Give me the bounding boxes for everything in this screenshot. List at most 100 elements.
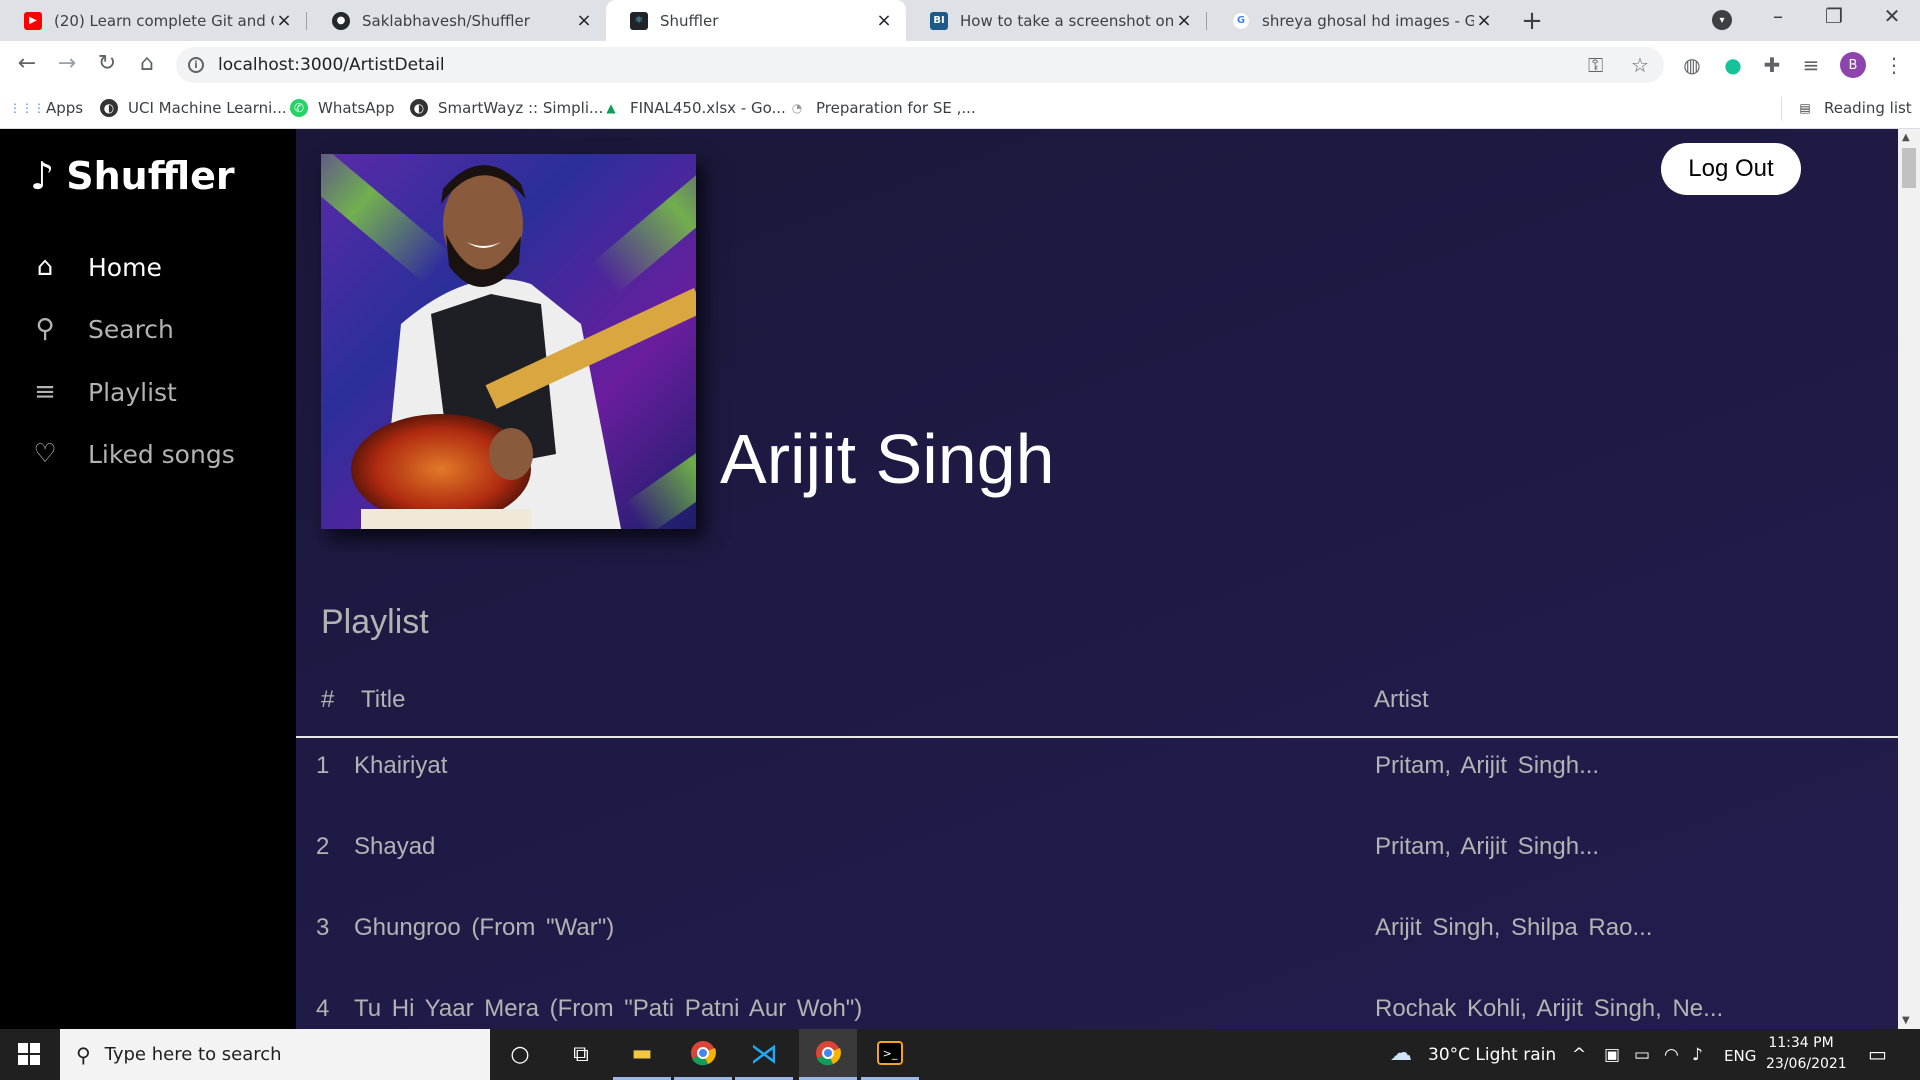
track-number: 4 <box>316 995 330 1022</box>
track-title[interactable]: Ghungroo (From "War") <box>354 914 614 942</box>
playlist-heading: Playlist <box>321 603 429 641</box>
task-view-icon[interactable]: ⧉ <box>552 1029 610 1080</box>
extension-globe-icon[interactable]: ◍ <box>1678 53 1706 77</box>
clock-date: 23/06/2021 <box>1766 1056 1847 1072</box>
column-header-title: Title <box>361 686 406 713</box>
close-icon[interactable]: × <box>1174 10 1194 31</box>
menu-kebab-icon[interactable]: ⋮ <box>1880 53 1908 77</box>
sidebar: ♪ Shuffler ⌂ Home ⚲ Search ≡ Playlist ♡ … <box>0 129 296 1029</box>
browser-tab[interactable]: ▶ (20) Learn complete Git and Github × <box>0 0 306 41</box>
track-title[interactable]: Tu Hi Yaar Mera (From "Pati Patni Aur Wo… <box>354 995 862 1023</box>
track-title[interactable]: Shayad <box>354 833 435 861</box>
reading-list-button[interactable]: ▤ Reading list <box>1796 99 1911 117</box>
chrome-active-taskbar-icon[interactable] <box>799 1029 857 1080</box>
bookmarks-divider <box>1781 97 1782 121</box>
scroll-up-icon[interactable]: ▲ <box>1902 132 1910 143</box>
playlist-add-icon: ≡ <box>34 377 56 407</box>
whatsapp-icon: ✆ <box>290 99 308 117</box>
table-header-divider <box>296 736 1898 738</box>
home-browser-icon[interactable]: ⌂ <box>132 51 162 76</box>
bookmark-smartwayz[interactable]: ◐ SmartWayz :: Simpli... <box>410 99 603 117</box>
device-icon[interactable]: ▣ <box>1604 1045 1620 1065</box>
restore-icon[interactable]: ❐ <box>1814 4 1854 28</box>
new-tab-button[interactable]: + <box>1517 6 1547 36</box>
weather-cloud-icon[interactable]: ☁ <box>1390 1041 1412 1066</box>
track-number: 3 <box>316 914 330 941</box>
windows-start-icon[interactable] <box>18 1043 40 1069</box>
app-logo[interactable]: ♪ Shuffler <box>30 154 235 198</box>
table-row[interactable]: 1 Khairiyat Pritam, Arijit Singh... <box>296 752 1898 832</box>
site-info-icon[interactable]: i <box>188 57 204 73</box>
page-scrollbar[interactable] <box>1898 129 1920 1029</box>
search-icon: ⚲ <box>35 314 55 344</box>
address-bar[interactable]: i localhost:3000/ArtistDetail ⚿ ☆ <box>176 47 1664 83</box>
cortana-icon[interactable]: ○ <box>491 1029 549 1080</box>
forward-icon[interactable]: → <box>52 51 82 76</box>
wifi-icon[interactable]: ◠ <box>1664 1045 1679 1065</box>
file-explorer-icon[interactable]: ▬ <box>613 1029 671 1080</box>
tab-title: (20) Learn complete Git and Github <box>54 11 274 30</box>
chrome-taskbar-icon[interactable] <box>674 1029 732 1080</box>
close-icon[interactable]: × <box>874 10 894 31</box>
close-icon[interactable]: × <box>274 10 294 31</box>
browser-tab[interactable]: ● Saklabhavesh/Shuffler × <box>308 0 606 41</box>
taskbar-search-box[interactable]: ⚲ Type here to search <box>60 1029 490 1080</box>
bookmark-final450[interactable]: ▲ FINAL450.xlsx - Go... <box>602 99 785 117</box>
table-row[interactable]: 2 Shayad Pritam, Arijit Singh... <box>296 833 1898 913</box>
track-title[interactable]: Khairiyat <box>354 752 447 780</box>
tray-chevron-icon[interactable]: ^ <box>1572 1045 1586 1065</box>
nav-item-search[interactable]: ⚲ Search <box>30 314 173 344</box>
minimize-icon[interactable]: – <box>1758 4 1798 28</box>
extensions-puzzle-icon[interactable]: ✚ <box>1758 53 1786 77</box>
search-icon: ⚲ <box>76 1042 91 1067</box>
page-icon: ◔ <box>791 101 803 115</box>
notifications-icon[interactable]: ▭ <box>1868 1042 1887 1066</box>
tab-search-icon[interactable]: ▾ <box>1712 10 1732 30</box>
apps-grid-icon: ⋮⋮⋮ <box>9 101 45 115</box>
nav-item-home[interactable]: ⌂ Home <box>30 252 162 282</box>
browser-tab[interactable]: BI How to take a screenshot on any × <box>906 0 1206 41</box>
bookmark-apps[interactable]: ⋮⋮⋮ Apps <box>9 99 83 117</box>
bookmark-uci[interactable]: ◐ UCI Machine Learni... <box>100 99 287 117</box>
media-control-icon[interactable]: ≡ <box>1797 53 1825 77</box>
back-icon[interactable]: ← <box>12 51 42 76</box>
table-row[interactable]: 4 Tu Hi Yaar Mera (From "Pati Patni Aur … <box>296 995 1898 1029</box>
logout-button[interactable]: Log Out <box>1661 143 1801 195</box>
home-icon: ⌂ <box>36 252 54 282</box>
scroll-down-icon[interactable]: ▼ <box>1902 1015 1910 1026</box>
terminal-icon[interactable]: >_ <box>861 1029 919 1080</box>
nav-item-liked-songs[interactable]: ♡ Liked songs <box>30 439 234 469</box>
address-url[interactable]: localhost:3000/ArtistDetail <box>218 55 445 75</box>
react-icon: ⚛ <box>630 11 648 30</box>
nav-item-playlist[interactable]: ≡ Playlist <box>30 377 177 407</box>
window-close-icon[interactable]: ✕ <box>1872 4 1912 28</box>
tab-title: Saklabhavesh/Shuffler <box>362 11 530 30</box>
bookmark-label: SmartWayz :: Simpli... <box>438 99 604 117</box>
weather-text[interactable]: 30°C Light rain <box>1428 1045 1556 1065</box>
grammarly-icon[interactable]: ● <box>1719 53 1747 77</box>
battery-icon[interactable]: ▭ <box>1634 1045 1650 1065</box>
close-icon[interactable]: × <box>1474 10 1494 31</box>
language-indicator[interactable]: ENG <box>1724 1047 1756 1065</box>
vscode-icon[interactable]: ⋊ <box>735 1029 793 1080</box>
scrollbar-thumb[interactable] <box>1902 148 1916 188</box>
browser-tab[interactable]: G shreya ghosal hd images - Google × <box>1208 0 1506 41</box>
bookmark-whatsapp[interactable]: ✆ WhatsApp <box>290 99 395 117</box>
bookmark-preparation[interactable]: ◔ Preparation for SE ,... <box>788 99 976 117</box>
reload-icon[interactable]: ↻ <box>92 51 122 76</box>
browser-toolbar: ← → ↻ ⌂ i localhost:3000/ArtistDetail ⚿ … <box>0 41 1920 89</box>
tab-title: Shuffler <box>660 11 719 30</box>
browser-tab-active[interactable]: ⚛ Shuffler × <box>606 0 906 41</box>
taskbar-search-placeholder: Type here to search <box>104 1044 282 1065</box>
bookmark-star-icon[interactable]: ☆ <box>1631 53 1649 77</box>
bookmark-label: UCI Machine Learni... <box>128 99 287 117</box>
key-icon[interactable]: ⚿ <box>1588 53 1603 77</box>
volume-icon[interactable]: ♪ <box>1692 1045 1703 1065</box>
profile-avatar[interactable]: B <box>1840 52 1866 78</box>
track-artist: Arijit Singh, Shilpa Rao... <box>1375 914 1653 941</box>
artist-photo-image <box>321 154 696 529</box>
system-clock[interactable]: 11:34 PM 23/06/2021 <box>1766 1033 1847 1075</box>
close-icon[interactable]: × <box>574 10 594 31</box>
table-row[interactable]: 3 Ghungroo (From "War") Arijit Singh, Sh… <box>296 914 1898 994</box>
github-icon: ● <box>332 11 350 30</box>
